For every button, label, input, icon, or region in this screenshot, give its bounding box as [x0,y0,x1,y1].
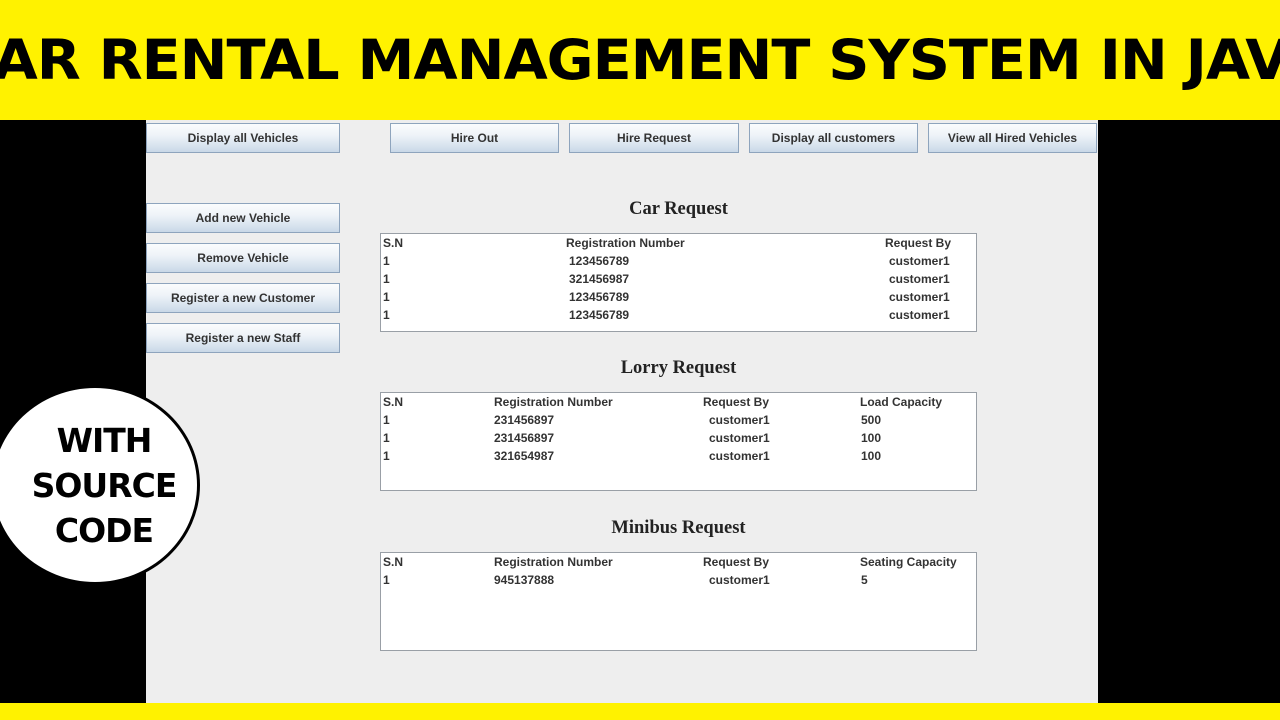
table-cell: customer1 [709,573,770,587]
table-header: S.N [383,395,404,409]
table-cell: 1 [383,308,390,322]
hire-out-button[interactable]: Hire Out [390,123,559,153]
badge-line: SOURCE [31,465,178,505]
table-cell: 231456897 [494,413,555,427]
table-cell: 5 [861,573,868,587]
table-header: Seating Capacity [860,555,957,569]
view-hired-vehicles-button[interactable]: View all Hired Vehicles [928,123,1097,153]
table-header: Request By [885,236,952,250]
table-cell: customer1 [709,449,770,463]
table-header: Registration Number [494,395,613,409]
table-header: S.N [383,236,404,250]
table-cell: 1 [383,449,390,463]
table-cell: 123456789 [569,290,630,304]
table-cell: 321654987 [494,449,555,463]
app-window: Display all Vehicles Add new Vehicle Rem… [146,120,1098,703]
table-header: S.N [383,555,404,569]
register-staff-button[interactable]: Register a new Staff [146,323,340,353]
badge-text: WITH SOURCE CODE [14,418,178,553]
table-cell: customer1 [889,254,950,268]
table-cell: 500 [861,413,882,427]
table-cell: 945137888 [494,573,555,587]
badge-line: CODE [54,510,154,550]
table-header: Registration Number [566,236,685,250]
table-cell: 123456789 [569,308,630,322]
table-cell: 1 [383,573,390,587]
title-banner: CAR RENTAL MANAGEMENT SYSTEM IN JAVA [0,0,1280,120]
display-all-vehicles-button[interactable]: Display all Vehicles [146,123,340,153]
remove-vehicle-button[interactable]: Remove Vehicle [146,243,340,273]
table-cell: 100 [861,449,882,463]
table-cell: 1 [383,272,390,286]
table-cell: customer1 [889,308,950,322]
table-cell: customer1 [889,290,950,304]
banner-title: CAR RENTAL MANAGEMENT SYSTEM IN JAVA [0,28,1280,92]
table-cell: customer1 [709,413,770,427]
hire-request-button[interactable]: Hire Request [569,123,739,153]
table-cell: 123456789 [569,254,630,268]
car-request-table[interactable]: S.N Registration Number Request By 1 123… [380,233,977,332]
table-header: Registration Number [494,555,613,569]
table-cell: customer1 [889,272,950,286]
table-cell: 231456897 [494,431,555,445]
add-new-vehicle-button[interactable]: Add new Vehicle [146,203,340,233]
table-cell: 100 [861,431,882,445]
car-request-title: Car Request [629,199,728,219]
badge-line: WITH [56,420,153,460]
table-header: Request By [703,555,770,569]
table-header: Load Capacity [860,395,943,409]
register-customer-button[interactable]: Register a new Customer [146,283,340,313]
table-header: Request By [703,395,770,409]
table-cell: 1 [383,431,390,445]
bottom-strip [0,703,1280,720]
table-cell: customer1 [709,431,770,445]
minibus-request-table[interactable]: S.N Registration Number Request By Seati… [380,552,977,651]
table-cell: 1 [383,290,390,304]
lorry-request-table[interactable]: S.N Registration Number Request By Load … [380,392,977,491]
display-all-customers-button[interactable]: Display all customers [749,123,918,153]
lorry-request-title: Lorry Request [620,358,737,378]
table-cell: 1 [383,254,390,268]
table-cell: 1 [383,413,390,427]
minibus-request-title: Minibus Request [611,518,746,538]
table-cell: 321456987 [569,272,630,286]
